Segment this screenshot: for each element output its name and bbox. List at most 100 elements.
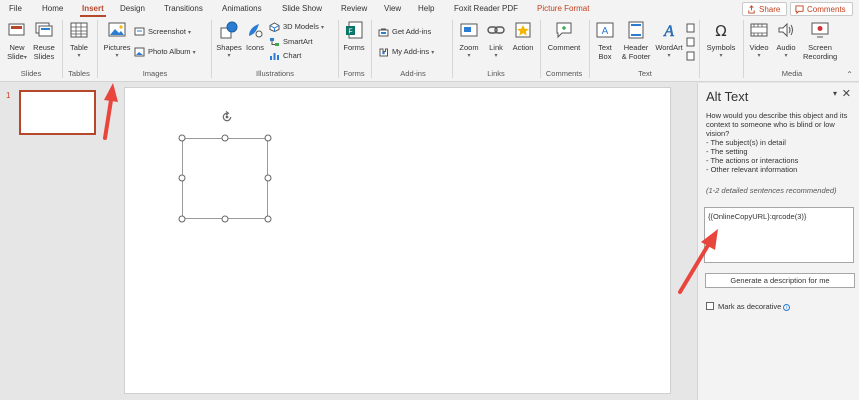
share-label: Share	[759, 5, 781, 14]
mark-as-decorative-label: Mark as decorative	[718, 302, 782, 311]
resize-handle-left[interactable]	[178, 174, 186, 182]
resize-handle-bottom-left[interactable]	[178, 215, 186, 223]
table-button[interactable]: Table ▾	[67, 20, 91, 61]
selected-picture[interactable]	[182, 138, 268, 219]
rotate-handle-icon[interactable]	[221, 110, 234, 124]
wordart-button[interactable]: A WordArt ▾	[653, 20, 685, 61]
screenshot-icon	[134, 27, 145, 36]
get-add-ins-button[interactable]: Get Add-ins	[378, 26, 431, 38]
tab-insert[interactable]: Insert	[80, 4, 106, 17]
comments-button[interactable]: Comments	[790, 2, 853, 16]
ribbon-insert: New Slide▾ Reuse Slides Slides Table ▾ T…	[0, 18, 859, 82]
icons-button[interactable]: Icons	[244, 20, 266, 52]
group-label-media: Media	[781, 69, 803, 78]
slide-canvas[interactable]	[124, 87, 671, 394]
group-label-text: Text	[638, 69, 652, 78]
action-button[interactable]: Action	[510, 20, 536, 52]
smartart-button[interactable]: SmartArt	[269, 36, 313, 48]
tab-picture-format[interactable]: Picture Format	[537, 4, 589, 13]
pane-options-icon[interactable]: ▾	[833, 89, 837, 98]
symbols-label: Symbols	[706, 43, 736, 52]
mark-as-decorative-checkbox[interactable]: Mark as decorative i	[706, 302, 791, 311]
tab-help[interactable]: Help	[418, 4, 434, 13]
text-extra-button[interactable]	[686, 22, 695, 61]
link-caret-icon: ▾	[494, 53, 498, 59]
alt-text-description: How would you describe this object and i…	[706, 111, 856, 174]
forms-button[interactable]: F Forms	[342, 20, 366, 52]
link-button[interactable]: Link ▾	[484, 20, 508, 61]
header-footer-button[interactable]: Header & Footer	[620, 20, 652, 61]
screen-recording-button[interactable]: Screen Recording	[803, 20, 837, 61]
slide-thumbnail[interactable]	[19, 90, 96, 135]
icons-label: Icons	[246, 43, 264, 52]
3d-models-button[interactable]: 3D Models ▾	[269, 21, 324, 33]
3d-models-label: 3D Models	[283, 22, 319, 31]
my-add-ins-caret-icon: ▾	[431, 50, 435, 56]
video-button[interactable]: Video ▾	[747, 20, 771, 61]
resize-handle-top-left[interactable]	[178, 134, 186, 142]
info-icon[interactable]: i	[783, 304, 791, 311]
action-label: Action	[512, 43, 534, 52]
my-add-ins-button[interactable]: My Add-ins ▾	[378, 46, 434, 58]
screen-recording-label-2: Recording	[803, 52, 838, 61]
group-label-slides: Slides	[20, 69, 42, 78]
video-caret-icon: ▾	[757, 53, 761, 59]
header-footer-label-1: Header	[623, 43, 649, 52]
group-label-add-ins: Add-ins	[400, 69, 426, 78]
text-box-button[interactable]: A Text Box	[594, 20, 616, 61]
comment-icon	[795, 5, 804, 14]
alt-text-input[interactable]	[704, 207, 854, 263]
share-button[interactable]: Share	[742, 2, 788, 16]
resize-handle-right[interactable]	[264, 174, 272, 182]
shapes-button[interactable]: Shapes ▾	[216, 20, 242, 61]
tab-animations[interactable]: Animations	[222, 4, 262, 13]
group-label-comments: Comments	[545, 69, 583, 78]
resize-handle-bottom[interactable]	[221, 215, 229, 223]
tab-home[interactable]: Home	[42, 4, 63, 13]
generate-description-button[interactable]: Generate a description for me	[705, 273, 855, 288]
audio-button[interactable]: Audio ▾	[773, 20, 799, 61]
resize-handle-top[interactable]	[221, 134, 229, 142]
wordart-caret-icon: ▾	[667, 53, 671, 59]
collapse-ribbon-icon[interactable]: ⌃	[846, 70, 853, 79]
my-add-ins-icon	[379, 48, 388, 57]
group-divider	[540, 20, 541, 78]
zoom-caret-icon: ▾	[467, 53, 471, 59]
checkbox-box[interactable]	[706, 302, 714, 310]
resize-handle-top-right[interactable]	[264, 134, 272, 142]
new-slide-button[interactable]: New Slide▾	[5, 20, 29, 63]
icons-icon	[249, 24, 263, 38]
table-caret-icon: ▾	[77, 53, 81, 59]
tab-file[interactable]: File	[9, 4, 22, 13]
photo-album-button[interactable]: Photo Album ▾	[134, 46, 196, 58]
chart-label: Chart	[283, 51, 302, 60]
tab-slide-show[interactable]: Slide Show	[282, 4, 322, 13]
symbols-button[interactable]: Ω Symbols ▾	[704, 20, 738, 61]
tab-design[interactable]: Design	[120, 4, 145, 13]
chart-button[interactable]: Chart	[269, 50, 301, 62]
svg-text:A: A	[663, 23, 674, 40]
comment-button[interactable]: Comment	[545, 20, 583, 52]
link-label: Link	[489, 43, 503, 52]
new-slide-caret-icon: ▾	[23, 55, 27, 61]
tab-view[interactable]: View	[384, 4, 401, 13]
tab-foxit-reader-pdf[interactable]: Foxit Reader PDF	[454, 4, 518, 13]
tab-transitions[interactable]: Transitions	[164, 4, 203, 13]
reuse-slides-button[interactable]: Reuse Slides	[31, 20, 57, 61]
tab-review[interactable]: Review	[341, 4, 367, 13]
screenshot-button[interactable]: Screenshot ▾	[134, 26, 191, 38]
zoom-button[interactable]: Zoom ▾	[457, 20, 481, 61]
photo-album-icon	[134, 47, 145, 57]
alt-text-bullet: - The actions or interactions	[706, 156, 799, 165]
group-label-forms: Forms	[343, 69, 365, 78]
close-icon[interactable]: ✕	[842, 87, 851, 100]
share-icon	[748, 5, 755, 14]
3d-models-caret-icon: ▾	[320, 25, 324, 31]
wordart-label: WordArt	[655, 43, 683, 52]
header-footer-label-2: & Footer	[621, 52, 651, 61]
slide-thumbnail-pane: 1	[0, 83, 112, 400]
alt-text-bullet: - The setting	[706, 147, 748, 156]
screen-recording-label-1: Screen	[808, 43, 832, 52]
resize-handle-bottom-right[interactable]	[264, 215, 272, 223]
pictures-button[interactable]: Pictures ▾	[101, 20, 133, 61]
